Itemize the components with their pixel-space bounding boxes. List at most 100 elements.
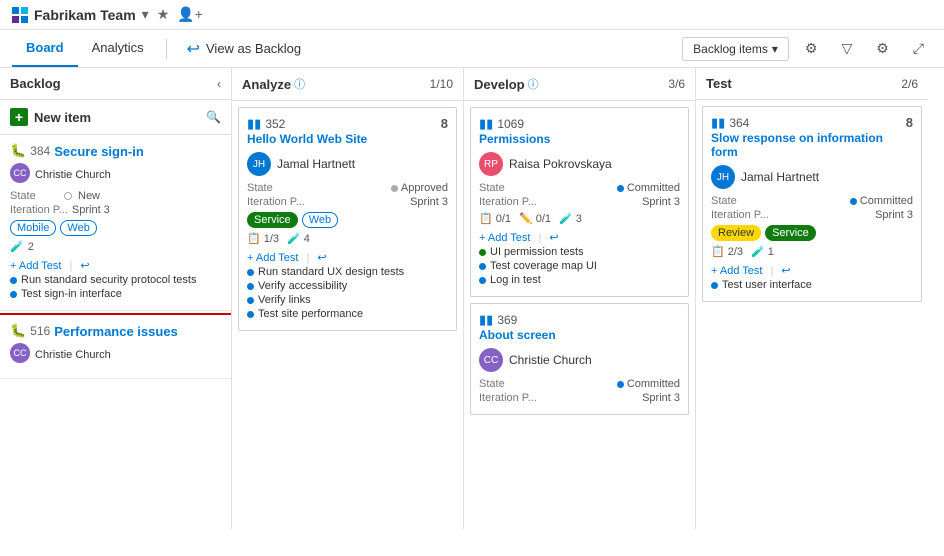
tags: Review Service — [711, 225, 913, 241]
plus-icon: + — [10, 108, 28, 126]
card-num: 369 — [497, 313, 517, 327]
backlog-items-list: 🐛 384 Secure sign-in CC Christie Church … — [0, 135, 231, 529]
test-dot — [479, 277, 486, 284]
view-settings-icon[interactable]: ⚙ — [868, 36, 897, 61]
bug-icon: 🐛 — [10, 143, 26, 159]
card-title-group: ▮▮ 364 Slow response on information form — [711, 115, 906, 159]
iter-value: Sprint 3 — [642, 392, 680, 404]
backlog-item: 🐛 384 Secure sign-in CC Christie Church … — [0, 135, 231, 311]
state-value: Committed — [627, 182, 680, 194]
avatar: JH — [711, 165, 735, 189]
settings-icon[interactable]: ⚙ — [797, 36, 826, 61]
analyze-title-group: Analyze ⓘ — [242, 76, 305, 92]
card-title[interactable]: Performance issues — [54, 324, 178, 339]
mobile-tag[interactable]: Mobile — [10, 220, 56, 236]
web-tag[interactable]: Web — [60, 220, 96, 236]
develop-title: Develop — [474, 77, 525, 92]
new-item-button[interactable]: + New item — [10, 108, 91, 126]
fraction-flask: 🧪 4 — [287, 232, 310, 245]
add-test-link[interactable]: + Add Test — [247, 252, 298, 264]
link-card[interactable]: ↩ — [549, 231, 558, 244]
expand-icon[interactable]: ⤢ — [905, 36, 932, 61]
iter-row: Iteration P... Sprint 3 — [479, 392, 680, 404]
test-item: Run standard security protocol tests — [10, 274, 221, 286]
link-icon[interactable]: ↩ — [80, 259, 89, 272]
state-row: State Committed — [479, 182, 680, 194]
assignee-name: Jamal Hartnett — [741, 170, 819, 184]
board-columns: Analyze ⓘ 1/10 ▮▮ 352 Hello World Web Si… — [232, 68, 944, 529]
test-dot — [247, 311, 254, 318]
state-value-group: Approved — [391, 182, 448, 194]
iter-label: Iteration P... — [10, 204, 68, 216]
card-title[interactable]: About screen — [479, 328, 556, 342]
pencil-value: 0/1 — [536, 213, 551, 225]
backlog-collapse-icon[interactable]: ‹ — [217, 77, 221, 91]
work-card-header: ▮▮ 352 Hello World Web Site 8 — [247, 116, 448, 146]
card-priority: 8 — [906, 115, 913, 130]
state-value: Approved — [401, 182, 448, 194]
favorite-icon[interactable]: ★ — [157, 6, 170, 23]
iter-value: Sprint 3 — [875, 209, 913, 221]
pass-value: 1/3 — [264, 233, 279, 245]
dropdown-icon[interactable]: ▾ — [142, 6, 149, 23]
backlog-col-title: Backlog — [10, 76, 61, 91]
pass-icon: 📋 — [247, 232, 261, 245]
test-item: Verify links — [247, 294, 448, 306]
test-label: Log in test — [490, 274, 541, 286]
filter-icon[interactable]: ▽ — [833, 36, 860, 61]
review-tag[interactable]: Review — [711, 225, 761, 241]
iter-row: Iteration P... Sprint 3 — [479, 196, 680, 208]
card-title[interactable]: Secure sign-in — [54, 144, 144, 159]
search-icon[interactable]: 🔍 — [206, 110, 221, 124]
flask-icon: 🧪 — [10, 240, 24, 253]
nav-analytics[interactable]: Analytics — [78, 30, 158, 67]
team-name[interactable]: Fabrikam Team — [34, 7, 136, 23]
test-item: UI permission tests — [479, 246, 680, 258]
backlog-view-icon: ↩ — [187, 39, 200, 59]
state-value: Committed — [627, 378, 680, 390]
state-value-group: Committed — [617, 182, 680, 194]
avatar: CC — [10, 343, 30, 363]
backlog-items-dropdown[interactable]: Backlog items ▾ — [682, 37, 789, 61]
flask-icon: 🧪 — [751, 245, 765, 258]
card-title[interactable]: Slow response on information form — [711, 131, 906, 159]
card-title[interactable]: Permissions — [479, 132, 550, 146]
nav-view-backlog[interactable]: ↩ View as Backlog — [175, 31, 314, 67]
test-label: Test site performance — [258, 308, 363, 320]
work-card: ▮▮ 1069 Permissions RP Raisa Pokrovskaya… — [470, 107, 689, 297]
work-card-header: ▮▮ 1069 Permissions — [479, 116, 680, 146]
state-value: Committed — [860, 195, 913, 207]
web-tag[interactable]: Web — [302, 212, 338, 228]
state-dot — [64, 192, 72, 200]
develop-column: Develop ⓘ 3/6 ▮▮ 1069 Permissions — [464, 68, 696, 529]
service-tag[interactable]: Service — [765, 225, 816, 241]
work-card-header: ▮▮ 369 About screen — [479, 312, 680, 342]
link-card[interactable]: ↩ — [317, 251, 326, 264]
info-icon[interactable]: ⓘ — [528, 76, 539, 92]
test-item: Log in test — [479, 274, 680, 286]
test-column: Test 2/6 ▮▮ 364 Slow response on informa… — [696, 68, 928, 529]
test-label: Verify links — [258, 294, 311, 306]
avatar: JH — [247, 152, 271, 176]
service-tag[interactable]: Service — [247, 212, 298, 228]
nav-board[interactable]: Board — [12, 30, 78, 67]
test-title: Test — [706, 76, 732, 91]
card-id: 384 — [30, 144, 50, 158]
link-card[interactable]: ↩ — [781, 264, 790, 277]
state-dot — [850, 198, 857, 205]
state-value: New — [78, 190, 100, 202]
info-icon[interactable]: ⓘ — [294, 76, 305, 92]
add-test-link[interactable]: + Add Test — [479, 232, 530, 244]
add-test-link[interactable]: + Add Test — [10, 260, 61, 272]
story-icon: ▮▮ — [479, 312, 493, 328]
iter-row: Iteration P... Sprint 3 — [247, 196, 448, 208]
card-title[interactable]: Hello World Web Site — [247, 132, 367, 146]
app-header: Fabrikam Team ▾ ★ 👤+ — [0, 0, 944, 30]
fraction-row: 📋 2/3 🧪 1 — [711, 245, 913, 258]
develop-col-header: Develop ⓘ 3/6 — [464, 68, 695, 101]
assignee-name: Christie Church — [35, 349, 111, 361]
add-test-link[interactable]: + Add Test — [711, 265, 762, 277]
members-icon[interactable]: 👤+ — [177, 6, 203, 23]
card-actions: + Add Test | ↩ — [247, 251, 448, 264]
view-as-backlog-label: View as Backlog — [206, 41, 301, 56]
